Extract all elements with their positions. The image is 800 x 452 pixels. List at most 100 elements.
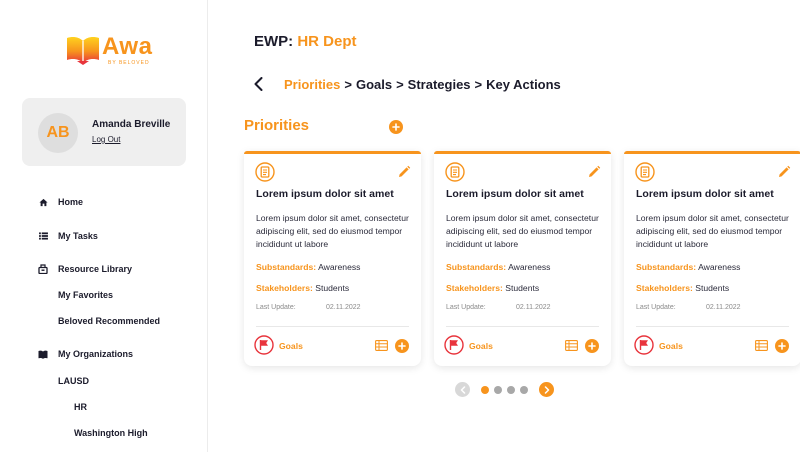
nav-organizations-label: My Organizations [58, 349, 134, 359]
breadcrumb-separator: > [396, 76, 404, 92]
last-update-value: 02.11.2022 [516, 304, 551, 311]
list-view-icon[interactable] [565, 340, 578, 351]
nav-recommended[interactable]: Beloved Recommended [58, 316, 160, 326]
breadcrumb-goals[interactable]: Goals [356, 77, 392, 92]
flag-icon [444, 335, 464, 355]
flag-icon [254, 335, 274, 355]
plus-icon [588, 342, 596, 350]
add-goal-button[interactable] [775, 339, 789, 353]
page-dot-4[interactable] [520, 385, 528, 394]
card-title: Lorem ipsum dolor sit amet [636, 188, 774, 200]
card-last-update: Last Update: 02.11.2022 [636, 304, 741, 311]
next-page-button[interactable] [539, 382, 554, 397]
nav-resource-library-label: Resource Library [58, 264, 133, 274]
clipboard-icon [255, 162, 275, 182]
priority-card[interactable]: Lorem ipsum dolor sit amet Lorem ipsum d… [624, 151, 800, 366]
clipboard-icon [635, 162, 655, 182]
pencil-icon[interactable] [397, 165, 411, 179]
nav-resource-library[interactable]: Resource Library [38, 264, 132, 274]
sidebar: Awa BY BELOVED AB Amanda Breville Log Ou… [0, 0, 208, 452]
card-divider [446, 326, 599, 327]
clipboard-icon [445, 162, 465, 182]
card-stakeholders: Stakeholders: Students [636, 283, 729, 293]
last-update-label: Last Update: [636, 304, 676, 311]
card-last-update: Last Update: 02.11.2022 [256, 304, 361, 311]
nav-org-lausd[interactable]: LAUSD [58, 376, 89, 386]
breadcrumb-separator: > [474, 76, 483, 92]
back-button[interactable] [254, 75, 268, 93]
breadcrumb: Priorities > Goals > Strategies > Key Ac… [254, 75, 561, 93]
pencil-icon[interactable] [777, 165, 791, 179]
nav-home[interactable]: Home [38, 197, 83, 207]
card-substandards: Substandards: Awareness [446, 262, 550, 272]
card-description: Lorem ipsum dolor sit amet, consectetur … [256, 213, 409, 249]
plus-icon [778, 342, 786, 350]
nav-home-label: Home [58, 197, 84, 207]
substandards-label: Substandards: [256, 262, 317, 272]
last-update-value: 02.11.2022 [706, 304, 741, 311]
page-title-prefix: EWP: [254, 33, 294, 50]
page-dot-3[interactable] [507, 385, 515, 394]
substandards-label: Substandards: [636, 262, 697, 272]
breadcrumb-strategies[interactable]: Strategies [408, 77, 471, 92]
page-title: EWP: HR Dept [254, 33, 357, 50]
logout-link[interactable]: Log Out [92, 135, 120, 144]
nav-org-washington-high[interactable]: Washington High [74, 428, 148, 438]
card-stakeholders: Stakeholders: Students [446, 283, 539, 293]
nav-tasks-label: My Tasks [58, 231, 98, 241]
card-stakeholders: Stakeholders: Students [256, 283, 349, 293]
goals-link[interactable]: Goals [469, 341, 493, 351]
stakeholders-value: Students [695, 283, 730, 293]
chevron-left-icon [460, 385, 465, 394]
add-priority-button[interactable] [389, 120, 403, 134]
page-dot-1[interactable] [481, 385, 489, 394]
goals-link[interactable]: Goals [659, 341, 683, 351]
nav-organizations[interactable]: My Organizations [38, 349, 133, 359]
last-update-label: Last Update: [446, 304, 486, 311]
nav-favorites[interactable]: My Favorites [58, 290, 113, 300]
add-goal-button[interactable] [585, 339, 599, 353]
brand-logo[interactable]: Awa BY BELOVED [66, 34, 152, 66]
section-title: Priorities [244, 117, 310, 134]
list-view-icon[interactable] [755, 340, 768, 351]
brand-name: Awa [102, 33, 153, 60]
home-icon [38, 197, 48, 207]
stakeholders-value: Students [505, 283, 540, 293]
nav-org-hr-label: HR [74, 402, 87, 412]
last-update-value: 02.11.2022 [326, 304, 361, 311]
goals-link[interactable]: Goals [279, 341, 303, 351]
avatar[interactable]: AB [38, 113, 78, 153]
card-substandards: Substandards: Awareness [256, 262, 360, 272]
card-divider [636, 326, 789, 327]
pencil-icon[interactable] [587, 165, 601, 179]
nav-tasks[interactable]: My Tasks [38, 231, 98, 241]
stakeholders-value: Students [315, 283, 350, 293]
card-description: Lorem ipsum dolor sit amet, consectetur … [636, 213, 789, 249]
library-icon [38, 264, 48, 274]
add-goal-button[interactable] [395, 339, 409, 353]
breadcrumb-key-actions[interactable]: Key Actions [486, 77, 561, 92]
breadcrumb-priorities[interactable]: Priorities [284, 77, 340, 92]
card-divider [256, 326, 409, 327]
list-view-icon[interactable] [375, 340, 388, 351]
stakeholders-label: Stakeholders: [636, 283, 693, 293]
page-dot-2[interactable] [494, 385, 502, 394]
previous-page-button[interactable] [455, 382, 470, 397]
substandards-value: Awareness [508, 262, 551, 272]
card-substandards: Substandards: Awareness [636, 262, 740, 272]
nav-org-lausd-label: LAUSD [58, 376, 89, 386]
substandards-value: Awareness [698, 262, 741, 272]
priority-card[interactable]: Lorem ipsum dolor sit amet Lorem ipsum d… [434, 151, 611, 366]
substandards-label: Substandards: [446, 262, 507, 272]
book-icon [38, 349, 48, 359]
user-card: AB Amanda Breville Log Out [22, 98, 186, 166]
substandards-value: Awareness [318, 262, 361, 272]
last-update-label: Last Update: [256, 304, 296, 311]
plus-icon [392, 123, 400, 131]
nav-recommended-label: Beloved Recommended [58, 316, 161, 326]
chevron-right-icon [544, 385, 549, 394]
nav-org-hr[interactable]: HR [74, 402, 87, 412]
priority-card[interactable]: Lorem ipsum dolor sit amet Lorem ipsum d… [244, 151, 421, 366]
chevron-left-icon [254, 77, 263, 91]
nav-org-washington-label: Washington High [74, 428, 148, 438]
